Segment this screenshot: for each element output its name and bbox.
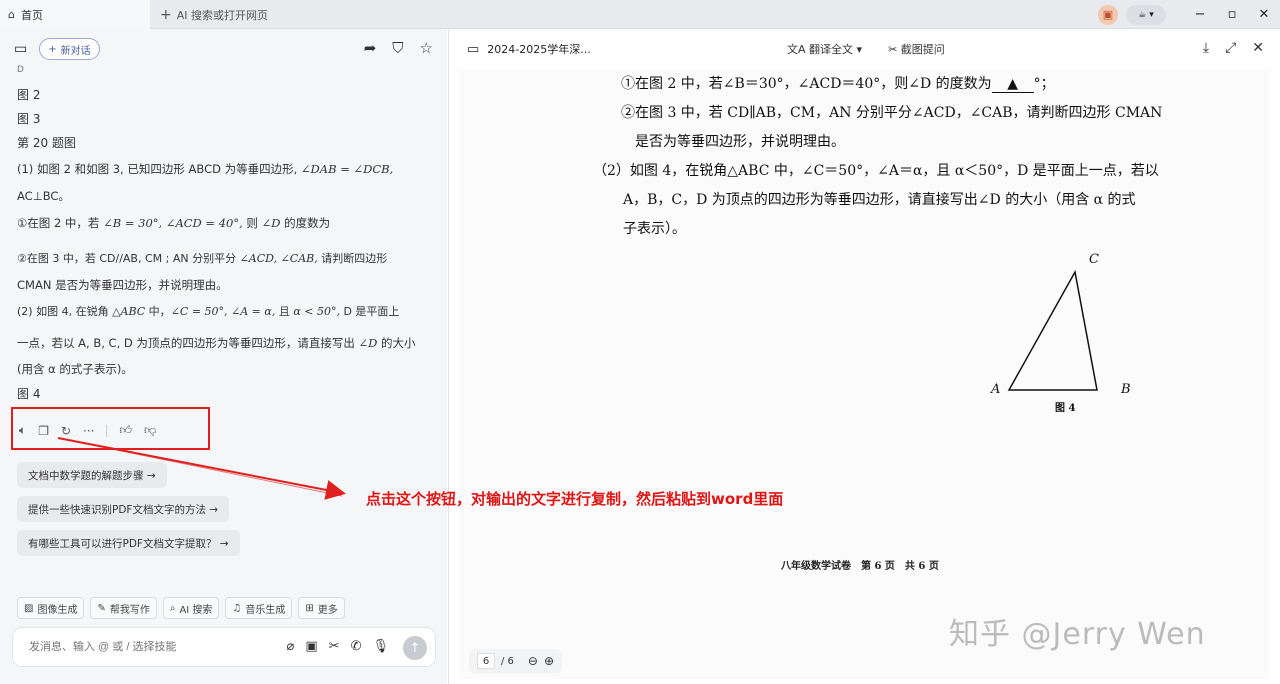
image-icon: ▨ [24,602,34,614]
page-navigator: 6 / 6 ⊖ ⊕ [469,649,563,673]
close-icon[interactable]: ✕ [1252,40,1264,56]
question-line: 是否为等垂四边形，并说明理由。 [635,134,845,150]
vertex-label-a: A [991,382,1001,397]
search-icon: ⌕ [169,602,176,614]
page-number-input[interactable]: 6 [477,653,495,669]
question-line: ①在图 2 中，若∠B＝30°，∠ACD＝40°，则∠D 的度数为 ▲ °； [621,76,1055,93]
message-input-box: ⌀ ▣ ✂ ✆ 🎙︎ ↑ [12,627,436,667]
chat-line: 图 3 [17,112,41,126]
translate-button[interactable]: 文A 翻译全文 ▾ [787,41,862,57]
chat-line: 图 2 [17,88,41,102]
new-chat-button[interactable]: + 新对话 [39,38,100,60]
triangle-figure [1007,269,1098,391]
minimize-button[interactable]: − [1184,0,1216,29]
page-footer: 八年级数学试卷 第 6 页 共 6 页 [781,561,939,572]
message-actions: 🔈︎ ❐ ↻ ··· 👍︎ 👎︎ [19,423,156,438]
plus-icon: + [160,6,172,23]
restore-button[interactable]: ▫ [1216,0,1248,29]
thumbs-up-icon[interactable]: 👍︎ [119,423,132,438]
triangle-shape [1007,269,1098,391]
music-gen-button[interactable]: ♫ 音乐生成 [225,597,293,619]
expand-icon[interactable]: ⤢ [1225,40,1236,56]
question-line: 子表示）。 [623,221,686,237]
more-tools-button[interactable]: ⊞ 更多 [298,597,345,619]
music-icon: ♫ [232,602,242,614]
document-panel: ▭ 2024-2025学年深... 文A 翻译全文 ▾ ✂ 截图提问 ⤓ ⤢ ✕… [448,29,1280,684]
speaker-icon[interactable]: 🔈︎ [19,423,26,438]
chat-line: (2) 如图 4, 在锐角 △ABC 中，∠C = 50°, ∠A = α, 且… [17,305,400,318]
watermark: 知乎 @Jerry Wen [949,617,1206,652]
tab-bar: ⌂ 首页 + AI 搜索或打开网页 ▣ ☕ ▾ − ▫ ✕ [0,0,1280,29]
tab-home[interactable]: ⌂ 首页 [0,0,150,29]
more-icon[interactable]: ··· [83,424,94,438]
profile-menu[interactable]: ☕ ▾ [1126,4,1166,25]
question-line: A，B，C，D 为顶点的四边形为等垂四边形，请直接写出∠D 的大小（用含 α 的… [623,192,1136,208]
document-title: 2024-2025学年深... [487,43,591,56]
share-icon[interactable]: ➦ [364,39,377,57]
vertex-label-c: C [1089,252,1099,267]
bookmark-icon[interactable]: ⛉ [392,39,403,57]
zoom-out-icon[interactable]: ⊖ [528,654,538,668]
chat-line: ①在图 2 中，若 ∠B = 30°, ∠ACD = 40°, 则 ∠D 的度数… [17,216,331,230]
message-input[interactable] [29,641,269,653]
download-icon[interactable]: ⤓ [1203,40,1209,56]
question-line: ②在图 3 中，若 CD∥AB，CM，AN 分别平分∠ACD，∠CAB，请判断四… [621,105,1163,121]
scissors-icon: ✂ [888,43,898,56]
star-icon[interactable]: ☆ [420,39,433,57]
home-icon: ⌂ [8,8,15,21]
zoom-in-icon[interactable]: ⊕ [544,654,554,668]
regenerate-icon[interactable]: ↻ [61,424,71,438]
suggestion-chip[interactable]: 有哪些工具可以进行PDF文档文字提取？ → [17,530,240,556]
sidebar-icon[interactable]: ▭ [467,42,479,57]
ai-search-button[interactable]: ⌕ AI 搜索 [162,597,220,619]
screenshot-ask-button[interactable]: ✂ 截图提问 [888,41,945,57]
page-total: / 6 [501,655,514,667]
chat-line: (用含 α 的式子表示)。 [17,362,133,376]
plus-icon: + [48,43,57,55]
chat-line: 图 4 [17,387,41,401]
translate-icon: 文A [787,43,806,56]
chat-line: CMAN 是否为等垂四边形，并说明理由。 [17,278,228,292]
divider [106,424,108,437]
tab-home-label: 首页 [20,8,43,22]
close-window-button[interactable]: ✕ [1248,0,1280,29]
scissors-icon[interactable]: ✂ [329,639,340,654]
chat-line: ②在图 3 中，若 CD//AB, CM ; AN 分别平分 ∠ACD, ∠CA… [17,252,388,265]
arrow-up-icon: ↑ [409,640,421,656]
send-button[interactable]: ↑ [403,636,427,660]
write-button[interactable]: ✎ 帮我写作 [90,597,157,619]
phone-icon[interactable]: ✆ [351,639,362,654]
new-tab-button[interactable]: + AI 搜索或打开网页 [160,0,268,29]
annotation-text: 点击这个按钮，对输出的文字进行复制，然后粘贴到word里面 [366,490,784,508]
suggestion-chip[interactable]: 文档中数学题的解题步骤 → [17,462,167,488]
chat-line: 一点，若以 A, B, C, D 为顶点的四边形为等垂四边形，请直接写出 ∠D … [17,336,416,350]
pen-icon: ✎ [97,602,106,614]
question-line: （2）如图 4，在锐角△ABC 中，∠C＝50°，∠A＝α，且 α＜50°，D … [593,163,1159,179]
thumbs-down-icon[interactable]: 👎︎ [144,423,156,438]
figure-caption: 图 4 [1055,403,1076,414]
vertex-label-b: B [1121,382,1131,397]
mic-icon[interactable]: 🎙︎ [372,639,389,654]
pdf-page: ①在图 2 中，若∠B＝30°，∠ACD＝40°，则∠D 的度数为 ▲ °； ②在图… [459,69,1269,679]
chat-line: AC⊥BC。 [17,189,70,203]
new-chat-label: 新对话 [60,45,91,57]
sidebar-toggle-icon[interactable]: ▭ [14,41,27,57]
chat-line: 第 20 题图 [17,136,76,150]
chevron-down-icon: ▾ [1149,9,1154,20]
chat-panel: ▭ + 新对话 ➦ ⛉ ☆ D 图 2 图 3 第 20 题图 (1) 如图 2… [0,29,447,684]
tool-bar: ▨ 图像生成 ✎ 帮我写作 ⌕ AI 搜索 ♫ 音乐生成 ⊞ 更多 [17,597,345,619]
copy-icon[interactable]: ❐ [38,424,49,438]
gift-icon[interactable]: ▣ [1098,4,1118,25]
chat-line: (1) 如图 2 和如图 3, 已知四边形 ABCD 为等垂四边形, ∠DAB … [17,162,394,176]
image-gen-button[interactable]: ▨ 图像生成 [17,597,85,619]
new-tab-label: AI 搜索或打开网页 [176,8,268,22]
suggestion-chip[interactable]: 提供一些快速识别PDF文档文字的方法 → [17,496,230,522]
grid-icon: ⊞ [305,602,314,614]
image-upload-icon[interactable]: ▣ [305,639,317,654]
attach-icon[interactable]: ⌀ [287,639,295,654]
chat-line: D [17,65,24,75]
avatar: ☕ [1138,9,1147,20]
